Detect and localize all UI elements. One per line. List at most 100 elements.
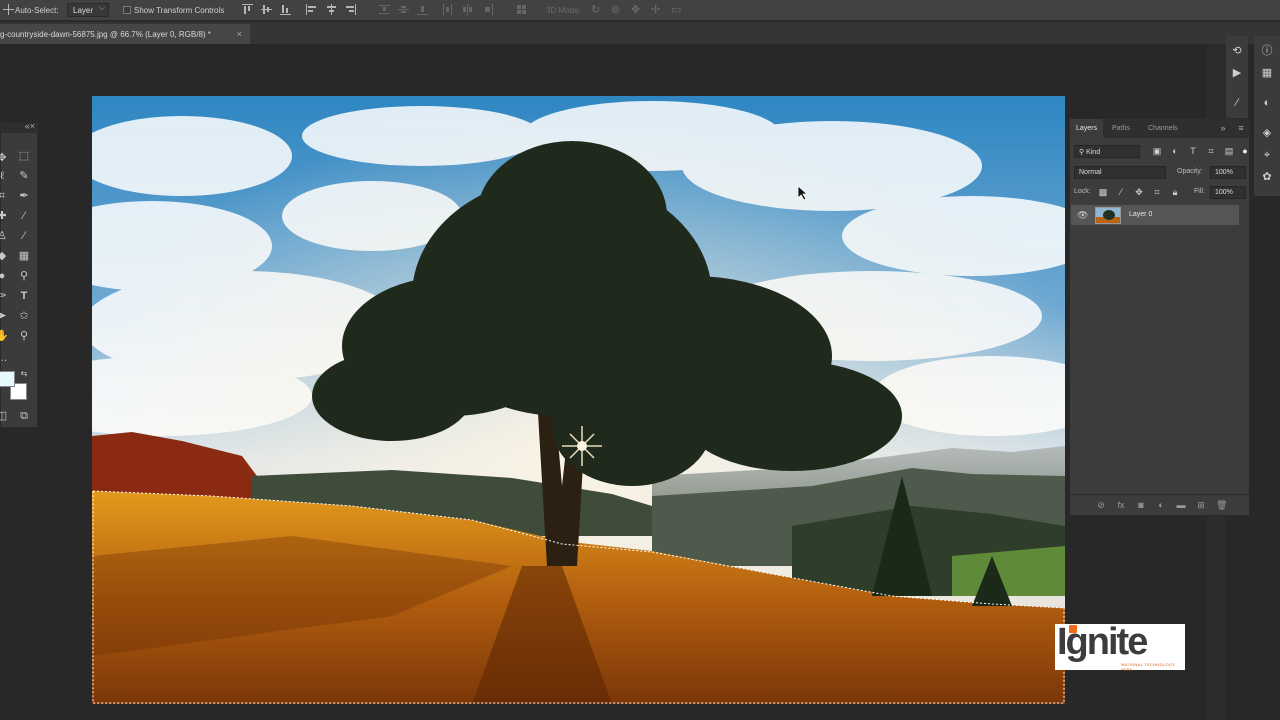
history-brush-tool-icon[interactable]: ⁄ xyxy=(17,229,31,243)
align-right-icon[interactable] xyxy=(345,4,356,15)
layer-thumbnail-image xyxy=(1096,208,1120,223)
filter-pixel-icon[interactable]: ▣ xyxy=(1152,146,1162,156)
crop-tool-icon[interactable]: ⌗ xyxy=(0,189,9,203)
align-bottom-icon[interactable] xyxy=(280,4,291,15)
align-vcenter-icon[interactable] xyxy=(261,4,272,15)
screen-mode-icon[interactable]: ⧉ xyxy=(17,409,31,423)
roll-3d-icon[interactable]: ⊚ xyxy=(611,3,620,16)
filter-kind-dropdown[interactable]: ⚲ Kind xyxy=(1074,145,1140,158)
brush-settings-icon[interactable]: ⁄ xyxy=(1230,96,1244,110)
fill-label: Fill: xyxy=(1194,188,1205,195)
opacity-label: Opacity: xyxy=(1177,168,1203,175)
layers-panel-footer: ⊘ fx ◙ ◐ ▬ ⊞ 🗑︎ xyxy=(1070,494,1249,514)
opacity-value: 100% xyxy=(1215,169,1233,176)
healing-tool-icon[interactable]: ✚ xyxy=(0,209,9,223)
close-tab-icon[interactable]: × xyxy=(237,29,242,39)
history-icon[interactable]: ⟲ xyxy=(1230,44,1244,58)
layers-stack-icon[interactable]: ◈ xyxy=(1260,126,1274,140)
collapse-panel-icon[interactable]: » xyxy=(1218,123,1228,133)
path-select-tool-icon[interactable]: ➤ xyxy=(0,309,9,323)
paths-icon[interactable]: ⌖ xyxy=(1260,148,1274,162)
align-left-icon[interactable] xyxy=(306,4,317,15)
filter-shape-icon[interactable]: ⌗ xyxy=(1206,146,1216,156)
foreground-color-swatch[interactable] xyxy=(0,371,15,387)
slide-3d-icon[interactable]: ✢ xyxy=(651,3,660,16)
pen-tool-icon[interactable]: ✑ xyxy=(0,289,9,303)
zoom-tool-icon[interactable]: ⚲ xyxy=(17,329,31,343)
eraser-tool-icon[interactable]: ◆ xyxy=(0,249,9,263)
tab-channels[interactable]: Channels xyxy=(1142,119,1184,138)
fill-input[interactable]: 100% xyxy=(1210,186,1246,199)
channels-icon[interactable]: ✿ xyxy=(1260,170,1274,184)
align-hcenter-icon[interactable] xyxy=(326,4,337,15)
show-transform-checkbox[interactable] xyxy=(123,6,131,14)
lock-pixels-icon[interactable]: ⁄ xyxy=(1116,187,1126,197)
move-tool-icon[interactable]: ✥ xyxy=(0,151,9,165)
lasso-tool-icon[interactable]: ℓ xyxy=(0,169,9,183)
info-icon[interactable]: ⓘ xyxy=(1260,44,1274,58)
filter-row: ⚲ Kind ▣ ◐ T ⌗ ▤ ● xyxy=(1074,145,1248,158)
show-transform-label: Show Transform Controls xyxy=(134,6,225,15)
document-image[interactable] xyxy=(92,96,1065,704)
visibility-eye-icon[interactable]: 👁︎ xyxy=(1077,210,1088,220)
panel-menu-icon[interactable]: ≡ xyxy=(1236,123,1246,133)
new-layer-icon[interactable]: ⊞ xyxy=(1196,500,1206,510)
add-mask-icon[interactable]: ◙ xyxy=(1136,500,1146,510)
layer-style-fx-icon[interactable]: fx xyxy=(1116,500,1126,510)
clone-stamp-tool-icon[interactable]: ♙ xyxy=(0,229,9,243)
scale-3d-icon[interactable]: ▭ xyxy=(671,3,681,16)
lock-position-icon[interactable]: ✥ xyxy=(1134,187,1144,197)
distribute-hcenter-icon[interactable] xyxy=(462,4,473,15)
auto-select-value: Layer xyxy=(73,6,94,15)
layer-row[interactable]: 👁︎ Layer 0 xyxy=(1071,205,1239,225)
collapse-tools-icon[interactable]: «× xyxy=(25,121,35,131)
adjustments-icon[interactable]: ◐ xyxy=(1260,96,1274,110)
hand-tool-icon[interactable]: ✋ xyxy=(0,329,9,343)
document-tab-title: g-countryside-dawn-56875.jpg @ 66.7% (La… xyxy=(0,30,211,39)
brush-tool-icon[interactable]: ⁄ xyxy=(17,209,31,223)
shape-tool-icon[interactable]: ✩ xyxy=(17,309,31,323)
lock-artboard-icon[interactable]: ⌗ xyxy=(1152,187,1162,197)
delete-layer-icon[interactable]: 🗑︎ xyxy=(1216,500,1227,510)
lock-all-icon[interactable]: 🔒︎ xyxy=(1170,187,1180,197)
distribute-top-icon[interactable] xyxy=(379,4,390,15)
orbit-3d-icon[interactable]: ↻ xyxy=(591,3,600,16)
opacity-input[interactable]: 100% xyxy=(1210,166,1246,179)
filter-toggle-icon[interactable]: ● xyxy=(1240,146,1250,156)
auto-align-icon[interactable] xyxy=(516,4,527,15)
distribute-right-icon[interactable] xyxy=(482,4,493,15)
gradient-tool-icon[interactable]: ▦ xyxy=(17,249,31,263)
distribute-vcenter-icon[interactable] xyxy=(398,4,409,15)
filter-smart-object-icon[interactable]: ▤ xyxy=(1224,146,1234,156)
filter-adjustment-icon[interactable]: ◐ xyxy=(1170,146,1180,156)
actions-play-icon[interactable]: ▶ xyxy=(1230,66,1244,80)
lock-transparent-icon[interactable]: ▩ xyxy=(1098,187,1108,197)
swatches-grid-icon[interactable]: ▦ xyxy=(1260,66,1274,80)
document-tab[interactable]: g-countryside-dawn-56875.jpg @ 66.7% (La… xyxy=(0,24,250,44)
auto-select-dropdown[interactable]: Layer xyxy=(67,3,109,17)
blur-tool-icon[interactable]: ● xyxy=(0,269,9,283)
quick-select-tool-icon[interactable]: ✎ xyxy=(17,169,31,183)
tab-layers[interactable]: Layers xyxy=(1070,119,1104,138)
filter-type-icon[interactable]: T xyxy=(1188,146,1198,156)
blend-mode-dropdown[interactable]: Normal xyxy=(1074,166,1166,179)
type-tool-icon[interactable]: T xyxy=(17,289,31,303)
new-group-icon[interactable]: ▬ xyxy=(1176,500,1186,510)
more-tools-icon[interactable]: … xyxy=(0,351,9,365)
quick-mask-icon[interactable]: ◫ xyxy=(0,409,9,423)
ignite-logo-watermark: Ignite NATIONAL TECHNOLOGY PARK xyxy=(1055,621,1185,672)
marquee-tool-icon[interactable]: ⬚ xyxy=(17,149,31,163)
distribute-bottom-icon[interactable] xyxy=(417,4,428,15)
distribute-left-icon[interactable] xyxy=(442,4,453,15)
align-top-icon[interactable] xyxy=(242,4,253,15)
eyedropper-tool-icon[interactable]: ✒ xyxy=(17,189,31,203)
tab-paths[interactable]: Paths xyxy=(1106,119,1136,138)
pan-3d-icon[interactable]: ✥ xyxy=(631,3,640,16)
link-layers-icon[interactable]: ⊘ xyxy=(1096,500,1106,510)
blend-row: Normal Opacity: 100% xyxy=(1074,166,1246,179)
new-adjustment-layer-icon[interactable]: ◐ xyxy=(1156,500,1166,510)
dodge-tool-icon[interactable]: ⚲ xyxy=(17,269,31,283)
swap-colors-icon[interactable]: ⇆ xyxy=(17,367,31,381)
collapsed-panels-dock-right: ⓘ ▦ ◐ ◈ ⌖ ✿ xyxy=(1254,36,1280,196)
move-tool-icon[interactable] xyxy=(3,4,14,15)
